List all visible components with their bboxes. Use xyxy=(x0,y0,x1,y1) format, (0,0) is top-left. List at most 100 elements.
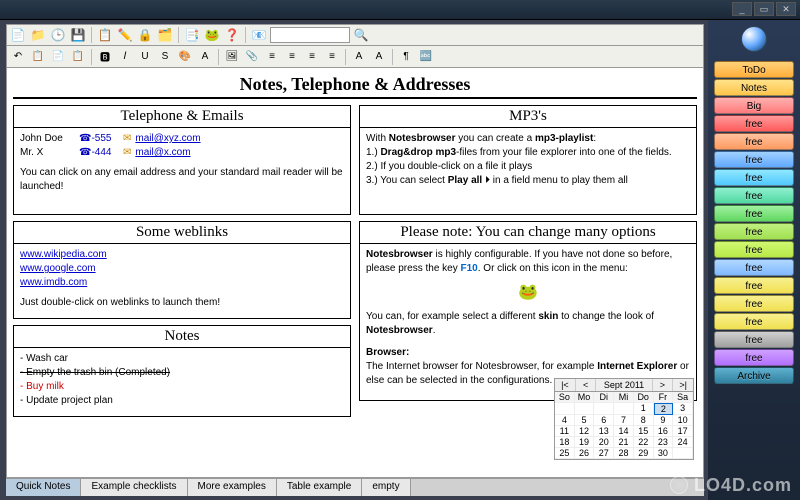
cal-day-cell[interactable]: 5 xyxy=(575,415,595,426)
cal-day-cell[interactable]: 28 xyxy=(614,448,634,459)
sidebar-category-button[interactable]: Notes xyxy=(714,79,794,96)
cal-day-cell[interactable]: 30 xyxy=(654,448,674,459)
format-button[interactable]: 🅱 xyxy=(96,48,114,66)
toolbar-button[interactable]: ✏️ xyxy=(116,26,134,44)
cal-day-cell[interactable]: 6 xyxy=(594,415,614,426)
toolbar-button[interactable]: 💾 xyxy=(69,26,87,44)
app-orb-icon[interactable] xyxy=(741,26,767,52)
toolbar-button[interactable]: 🗂️ xyxy=(156,26,174,44)
format-button[interactable]: 🖼 xyxy=(223,48,241,66)
format-button[interactable]: ≡ xyxy=(323,48,341,66)
sidebar-category-button[interactable]: free xyxy=(714,169,794,186)
toolbar-button[interactable]: 🕒 xyxy=(49,26,67,44)
contact-email[interactable]: mail@xyz.com xyxy=(135,132,200,146)
toolbar-button[interactable]: 📧 xyxy=(250,26,268,44)
cal-day-cell[interactable]: 25 xyxy=(555,448,575,459)
sidebar-category-button[interactable]: free xyxy=(714,241,794,258)
cal-day-cell[interactable]: 14 xyxy=(614,426,634,437)
sidebar-category-button[interactable]: free xyxy=(714,187,794,204)
sidebar-category-button[interactable]: free xyxy=(714,115,794,132)
cal-day-cell[interactable]: 4 xyxy=(555,415,575,426)
format-button[interactable]: 𝐼 xyxy=(116,48,134,66)
format-button[interactable]: 🎨 xyxy=(176,48,194,66)
cal-day-cell[interactable]: 24 xyxy=(673,437,693,448)
settings-icon[interactable]: 🐸 xyxy=(518,284,538,301)
cal-day-cell[interactable]: 2 xyxy=(654,403,674,415)
format-button[interactable]: 📋 xyxy=(29,48,47,66)
cal-day-cell[interactable]: 13 xyxy=(594,426,614,437)
calendar-widget[interactable]: |< < Sept 2011 > >| SoMoDiMiDoFrSa123456… xyxy=(554,378,694,460)
sidebar-category-button[interactable]: free xyxy=(714,151,794,168)
toolbar-button[interactable]: 📑 xyxy=(183,26,201,44)
toolbar-button[interactable]: ❓ xyxy=(223,26,241,44)
page-tab[interactable]: Quick Notes xyxy=(6,479,81,496)
cal-day-cell[interactable]: 16 xyxy=(654,426,674,437)
format-button[interactable]: ≡ xyxy=(283,48,301,66)
cal-day-cell[interactable]: 27 xyxy=(594,448,614,459)
toolbar-button[interactable]: 🔒 xyxy=(136,26,154,44)
cal-day-cell[interactable]: 7 xyxy=(614,415,634,426)
close-button[interactable]: ✕ xyxy=(776,2,796,16)
format-button[interactable]: 📎 xyxy=(243,48,261,66)
sidebar-category-button[interactable]: free xyxy=(714,223,794,240)
sidebar-category-button[interactable]: free xyxy=(714,277,794,294)
format-button[interactable]: 📄 xyxy=(49,48,67,66)
format-button[interactable]: A xyxy=(196,48,214,66)
format-button[interactable]: A xyxy=(370,48,388,66)
weblink[interactable]: www.wikipedia.com xyxy=(20,249,107,260)
cal-day-cell[interactable]: 22 xyxy=(634,437,654,448)
sidebar-category-button[interactable]: free xyxy=(714,205,794,222)
weblink[interactable]: www.google.com xyxy=(20,263,96,274)
toolbar-button[interactable]: 📁 xyxy=(29,26,47,44)
format-button[interactable]: ¶ xyxy=(397,48,415,66)
format-button[interactable]: 🔤 xyxy=(417,48,435,66)
cal-day-cell[interactable]: 21 xyxy=(614,437,634,448)
cal-day-cell[interactable]: 26 xyxy=(575,448,595,459)
cal-day-cell[interactable]: 1 xyxy=(634,403,654,415)
maximize-button[interactable]: ▭ xyxy=(754,2,774,16)
format-button[interactable]: ≡ xyxy=(303,48,321,66)
toolbar-button[interactable]: 🔍 xyxy=(352,26,370,44)
weblink[interactable]: www.imdb.com xyxy=(20,277,87,288)
format-button[interactable]: U xyxy=(136,48,154,66)
sidebar-category-button[interactable]: free xyxy=(714,295,794,312)
contact-email[interactable]: mail@x.com xyxy=(135,146,190,160)
cal-day-cell[interactable]: 9 xyxy=(654,415,674,426)
cal-day-cell[interactable]: 29 xyxy=(634,448,654,459)
page-tab[interactable]: Example checklists xyxy=(81,479,187,496)
format-button[interactable]: ≡ xyxy=(263,48,281,66)
cal-day-cell[interactable]: 12 xyxy=(575,426,595,437)
toolbar-button[interactable]: 📋 xyxy=(96,26,114,44)
page-tab[interactable]: More examples xyxy=(188,479,277,496)
sidebar-category-button[interactable]: Archive xyxy=(714,367,794,384)
cal-day-cell[interactable]: 17 xyxy=(673,426,693,437)
sidebar-category-button[interactable]: free xyxy=(714,133,794,150)
cal-last-button[interactable]: >| xyxy=(673,379,693,391)
cal-day-cell[interactable]: 11 xyxy=(555,426,575,437)
cal-day-cell[interactable]: 10 xyxy=(673,415,693,426)
format-button[interactable]: ↶ xyxy=(9,48,27,66)
toolbar-button[interactable]: 🐸 xyxy=(203,26,221,44)
cal-day-cell[interactable]: 18 xyxy=(555,437,575,448)
search-input[interactable] xyxy=(270,27,350,43)
format-button[interactable]: A xyxy=(350,48,368,66)
sidebar-category-button[interactable]: free xyxy=(714,331,794,348)
format-button[interactable]: S xyxy=(156,48,174,66)
cal-day-cell[interactable]: 19 xyxy=(575,437,595,448)
cal-day-cell[interactable]: 20 xyxy=(594,437,614,448)
cal-first-button[interactable]: |< xyxy=(555,379,576,391)
sidebar-category-button[interactable]: free xyxy=(714,349,794,366)
format-button[interactable]: 📋 xyxy=(69,48,87,66)
cal-next-button[interactable]: > xyxy=(653,379,674,391)
sidebar-category-button[interactable]: ToDo xyxy=(714,61,794,78)
cal-day-cell[interactable]: 15 xyxy=(634,426,654,437)
page-tab[interactable]: empty xyxy=(362,479,410,496)
minimize-button[interactable]: _ xyxy=(732,2,752,16)
cal-day-cell[interactable]: 8 xyxy=(634,415,654,426)
sidebar-category-button[interactable]: free xyxy=(714,313,794,330)
page-tab[interactable]: Table example xyxy=(277,479,362,496)
cal-prev-button[interactable]: < xyxy=(576,379,597,391)
cal-day-cell[interactable]: 23 xyxy=(654,437,674,448)
toolbar-button[interactable]: 📄 xyxy=(9,26,27,44)
cal-day-cell[interactable]: 3 xyxy=(673,403,693,415)
